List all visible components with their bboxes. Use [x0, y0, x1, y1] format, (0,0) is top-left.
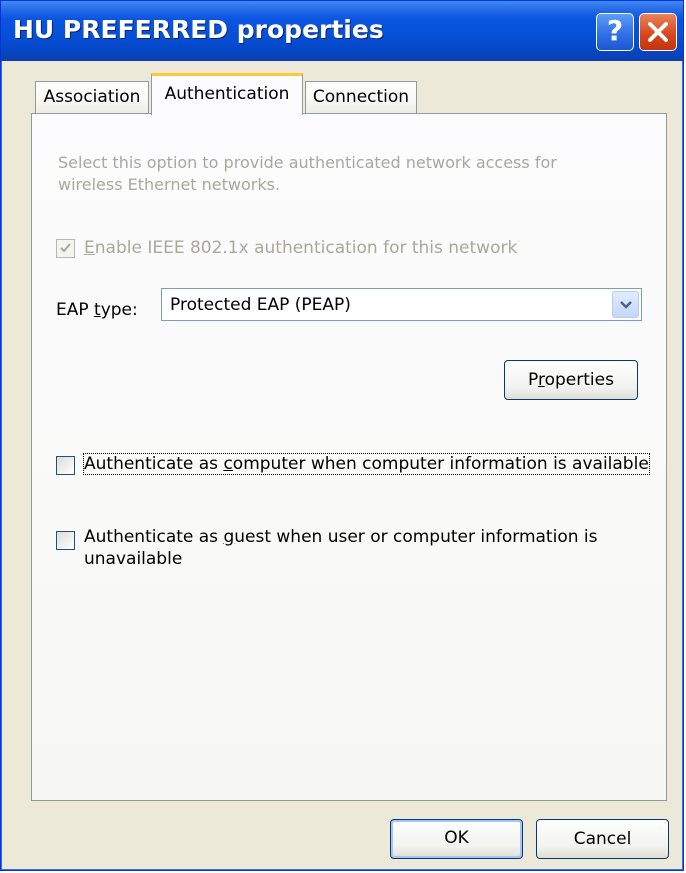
eap-type-value: Protected EAP (PEAP)	[170, 295, 351, 315]
chevron-down-icon	[620, 301, 632, 309]
title-bar[interactable]: HU PREFERRED properties ?	[1, 1, 683, 61]
close-button[interactable]	[639, 13, 677, 51]
window-title: HU PREFERRED properties	[13, 15, 384, 44]
tab-association[interactable]: Association	[35, 81, 149, 114]
close-icon	[648, 22, 668, 42]
auth-as-guest-label: Authenticate as guest when user or compu…	[84, 527, 598, 569]
ok-button[interactable]: OK	[390, 819, 523, 859]
enable-8021x-label: Enable IEEE 802.1x authentication for th…	[84, 238, 518, 258]
eap-type-label: EAP type:	[56, 300, 138, 320]
dropdown-button[interactable]	[612, 291, 639, 318]
enable-8021x-checkbox[interactable]	[56, 239, 75, 258]
eap-type-select[interactable]: Protected EAP (PEAP)	[161, 288, 642, 321]
help-icon: ?	[606, 14, 624, 47]
tab-label: Authentication	[164, 84, 290, 104]
properties-button[interactable]: Properties	[504, 360, 638, 400]
checkmark-icon	[60, 243, 71, 253]
tab-label: Connection	[312, 87, 410, 107]
help-button[interactable]: ?	[596, 13, 634, 51]
cancel-button[interactable]: Cancel	[536, 819, 669, 859]
tab-connection[interactable]: Connection	[305, 81, 417, 114]
dialog-window: HU PREFERRED properties ? Association Au…	[0, 0, 684, 871]
auth-as-computer-checkbox[interactable]	[56, 456, 75, 475]
tab-authentication[interactable]: Authentication	[151, 73, 303, 115]
tab-label: Association	[43, 87, 141, 107]
auth-as-computer-label: Authenticate as computer when computer i…	[83, 453, 650, 475]
description-text: Select this option to provide authentica…	[58, 153, 557, 194]
auth-as-guest-checkbox[interactable]	[56, 531, 75, 550]
authentication-panel: Select this option to provide authentica…	[31, 113, 667, 801]
